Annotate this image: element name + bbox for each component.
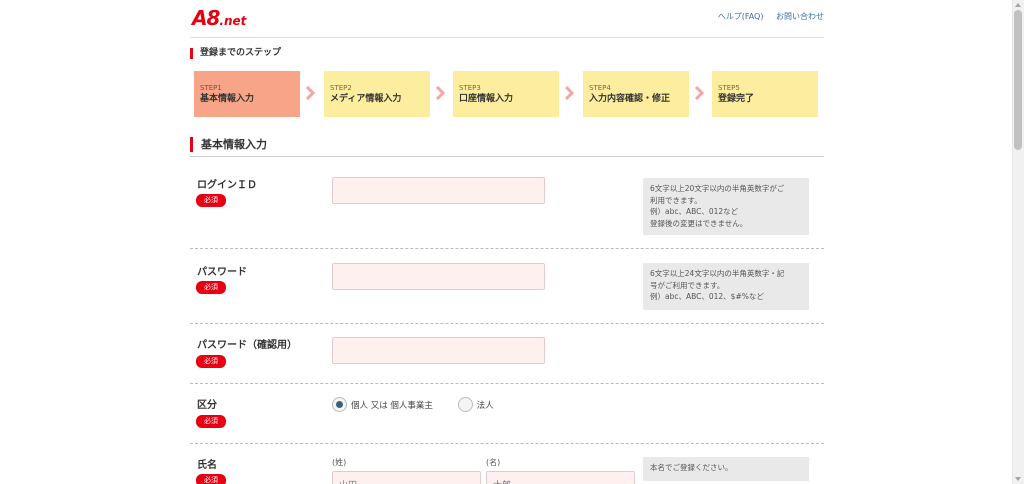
password-confirm-input[interactable] [332,337,545,364]
password-hint: 6文字以上24文字以内の半角英数字・記 号がご利用できます。 例）abc、ABC… [643,263,809,310]
section-title: 基本情報入力 [190,137,267,152]
scroll-up-icon[interactable] [1015,3,1021,7]
category-row: 区分 必須 個人 又は 個人事業主 法人 [190,384,824,444]
scroll-thumb[interactable] [1014,10,1022,150]
logo-suffix: .net [219,14,247,28]
steps-heading: 登録までのステップ [190,48,281,59]
step-2: STEP2 メディア情報入力 [324,71,430,117]
required-badge: 必須 [196,281,226,294]
step-number: STEP2 [330,84,352,92]
required-badge: 必須 [196,415,226,428]
header: A8.net ヘルプ(FAQ) お問い合わせ [190,0,824,38]
category-label: 区分 [197,400,217,411]
first-name-label: (名) [486,458,501,467]
step-3: STEP3 口座情報入力 [453,71,559,117]
step-name: 口座情報入力 [459,94,514,104]
last-name-label: (姓) [332,458,347,467]
chevron-right-icon [305,86,315,100]
password-label: パスワード [197,267,247,278]
vertical-scrollbar[interactable] [1012,0,1024,484]
name-hint: 本名でご登録ください。 [643,457,809,481]
registration-steps: STEP1 基本情報入力 STEP2 メディア情報入力 STEP3 口座情報入力… [194,71,820,117]
hint-line: 号がご利用できます。 [650,280,725,290]
step-name: 基本情報入力 [200,94,255,104]
step-name: 入力内容確認・修正 [589,94,671,104]
a8net-logo[interactable]: A8.net [192,6,246,30]
basic-info-heading: 基本情報入力 [190,137,824,157]
chevron-right-icon [435,86,445,100]
login-id-row: ログインＩＤ 必須 6文字以上20文字以内の半角英数字がご 利用できます。 例）… [190,158,824,249]
individual-radio-label[interactable]: 個人 又は 個人事業主 [351,401,433,411]
step-1: STEP1 基本情報入力 [194,71,300,117]
name-row: 氏名 必須 (姓) (名) 本名でご登録ください。 [190,444,824,484]
help-faq-link[interactable]: ヘルプ(FAQ) [718,12,764,21]
step-name: 登録完了 [718,94,755,104]
corporation-radio[interactable] [457,397,473,412]
hint-line: 例）abc、ABC、012、$#%など [650,292,764,301]
logo-text: A8 [192,6,220,30]
last-name-input[interactable] [332,471,481,484]
corporation-radio-label[interactable]: 法人 [477,401,494,411]
step-4: STEP4 入力内容確認・修正 [583,71,689,117]
chevron-right-icon [564,86,574,100]
page: A8.net ヘルプ(FAQ) お問い合わせ 登録までのステップ STEP1 基… [0,0,1012,484]
password-confirm-row: パスワード（確認用） 必須 [190,324,824,384]
hint-line: 利用できます。 [650,195,702,205]
required-badge: 必須 [196,355,226,368]
hint-line: 本名でご登録ください。 [650,463,733,472]
hint-line: 例）abc、ABC、012など [650,207,739,216]
category-radio-group: 個人 又は 個人事業主 法人 [332,397,516,412]
name-label: 氏名 [197,460,217,471]
step-number: STEP3 [459,84,481,92]
login-id-hint: 6文字以上20文字以内の半角英数字がご 利用できます。 例）abc、ABC、01… [643,178,809,235]
step-number: STEP1 [200,84,222,92]
scroll-down-icon[interactable] [1015,477,1021,481]
password-row: パスワード 必須 6文字以上24文字以内の半角英数字・記 号がご利用できます。 … [190,249,824,324]
first-name-input[interactable] [486,471,635,484]
password-input[interactable] [332,263,545,290]
step-5: STEP5 登録完了 [712,71,818,117]
login-id-label: ログインＩＤ [197,180,257,191]
required-badge: 必須 [196,194,226,207]
contact-link[interactable]: お問い合わせ [776,12,824,21]
password-confirm-label: パスワード（確認用） [197,340,297,351]
login-id-input[interactable] [332,177,545,204]
hint-line: 6文字以上24文字以内の半角英数字・記 [650,269,785,278]
hint-line: 6文字以上20文字以内の半角英数字がご [650,184,785,193]
header-links: ヘルプ(FAQ) お問い合わせ [708,11,824,22]
step-number: STEP5 [718,84,740,92]
step-name: メディア情報入力 [330,94,402,104]
step-number: STEP4 [589,84,611,92]
individual-radio[interactable] [332,397,347,412]
chevron-right-icon [694,86,704,100]
required-badge: 必須 [196,474,226,484]
hint-line: 登録後の変更はできません。 [650,218,748,228]
